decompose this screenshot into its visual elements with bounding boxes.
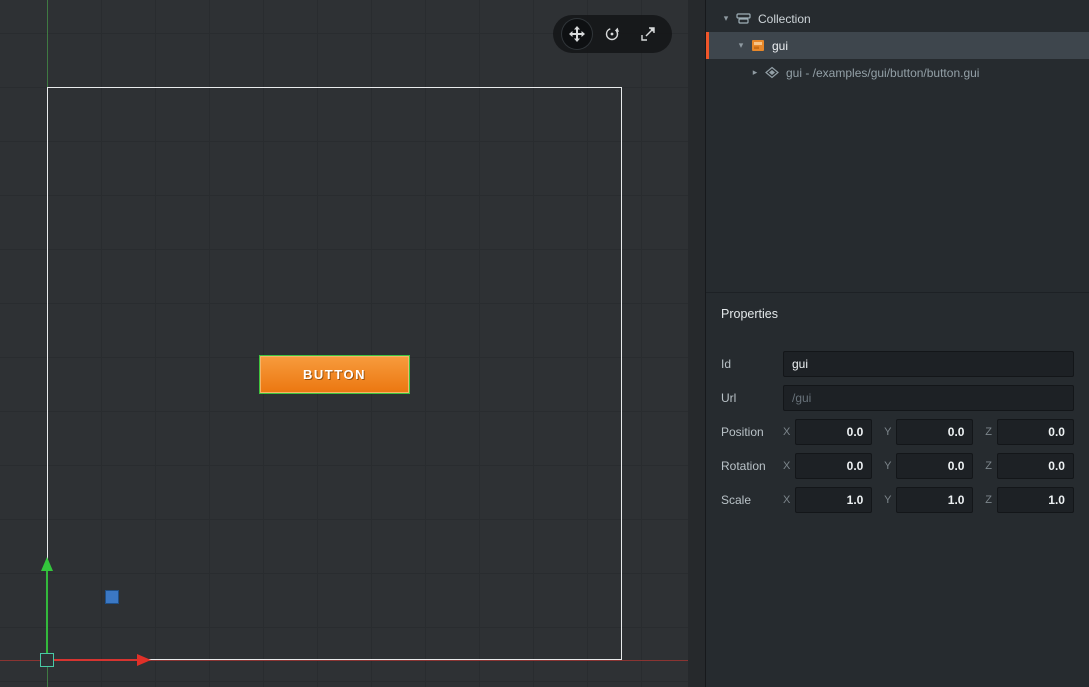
- position-label: Position: [721, 425, 783, 439]
- position-x-input[interactable]: [795, 419, 872, 445]
- scale-y-input[interactable]: [896, 487, 973, 513]
- url-label: Url: [721, 391, 783, 405]
- move-tool-button[interactable]: [562, 19, 592, 49]
- rotation-property-row: Rotation X Y Z: [721, 453, 1074, 479]
- properties-panel: Properties Id Url Position X Y: [706, 292, 1089, 687]
- chevron-right-icon[interactable]: ▸: [749, 67, 761, 78]
- y-axis-label: Y: [884, 460, 891, 472]
- outline-panel: ▾ Collection ▾ g: [706, 0, 1089, 292]
- scale-property-row: Scale X Y Z: [721, 487, 1074, 513]
- x-axis-label: X: [783, 460, 790, 472]
- position-y-input[interactable]: [896, 419, 973, 445]
- z-axis-label: Z: [985, 426, 992, 438]
- y-axis-label: Y: [884, 426, 891, 438]
- outline-row-gui-selected[interactable]: ▾ gui: [706, 32, 1089, 59]
- gui-button-node[interactable]: BUTTON: [260, 356, 409, 393]
- rotation-label: Rotation: [721, 459, 783, 473]
- position-property-row: Position X Y Z: [721, 419, 1074, 445]
- right-panel: ▾ Collection ▾ g: [705, 0, 1089, 687]
- y-axis-gizmo-shaft: [46, 570, 48, 660]
- chevron-down-icon[interactable]: ▾: [720, 13, 732, 24]
- z-axis-label: Z: [985, 494, 992, 506]
- gui-icon: [751, 39, 765, 52]
- rotate-tool-button[interactable]: [597, 19, 627, 49]
- url-input[interactable]: [783, 385, 1074, 411]
- scene-viewport[interactable]: BUTTON: [0, 0, 688, 687]
- scale-label: Scale: [721, 493, 783, 507]
- scale-x-input[interactable]: [795, 487, 872, 513]
- rotation-y-input[interactable]: [896, 453, 973, 479]
- move-icon: [569, 26, 585, 42]
- gui-scene-icon: [765, 66, 779, 79]
- pivot-handle[interactable]: [105, 590, 119, 604]
- scale-z-input[interactable]: [997, 487, 1074, 513]
- x-axis-label: X: [783, 494, 790, 506]
- y-axis-arrow-icon[interactable]: [41, 557, 53, 571]
- x-axis-arrow-icon[interactable]: [137, 654, 151, 666]
- chevron-down-icon[interactable]: ▾: [735, 40, 747, 51]
- properties-title: Properties: [721, 307, 1074, 321]
- outline-label: Collection: [758, 12, 811, 26]
- outline-label: gui: [772, 39, 788, 53]
- scale-icon: [640, 26, 656, 42]
- gui-button-label: BUTTON: [303, 367, 366, 382]
- outline-label: gui - /examples/gui/button/button.gui: [786, 66, 979, 80]
- rotation-x-input[interactable]: [795, 453, 872, 479]
- outline-row-gui-scene[interactable]: ▸ gui - /examples/gui/button/button.gui: [706, 59, 1089, 86]
- x-axis-label: X: [783, 426, 790, 438]
- z-axis-label: Z: [985, 460, 992, 472]
- origin-handle[interactable]: [40, 653, 54, 667]
- outline-row-collection[interactable]: ▾ Collection: [706, 5, 1089, 32]
- rotate-icon: [604, 26, 620, 42]
- url-property-row: Url: [721, 385, 1074, 411]
- y-axis-label: Y: [884, 494, 891, 506]
- id-property-row: Id: [721, 351, 1074, 377]
- scale-tool-button[interactable]: [633, 19, 663, 49]
- position-z-input[interactable]: [997, 419, 1074, 445]
- id-label: Id: [721, 357, 783, 371]
- collection-icon: [736, 12, 751, 25]
- x-axis-gizmo-shaft: [47, 659, 139, 661]
- id-input[interactable]: [783, 351, 1074, 377]
- rotation-z-input[interactable]: [997, 453, 1074, 479]
- defold-editor-window: BUTTON: [0, 0, 1089, 687]
- transform-toolbar: [553, 15, 672, 53]
- pane-divider[interactable]: [688, 0, 705, 687]
